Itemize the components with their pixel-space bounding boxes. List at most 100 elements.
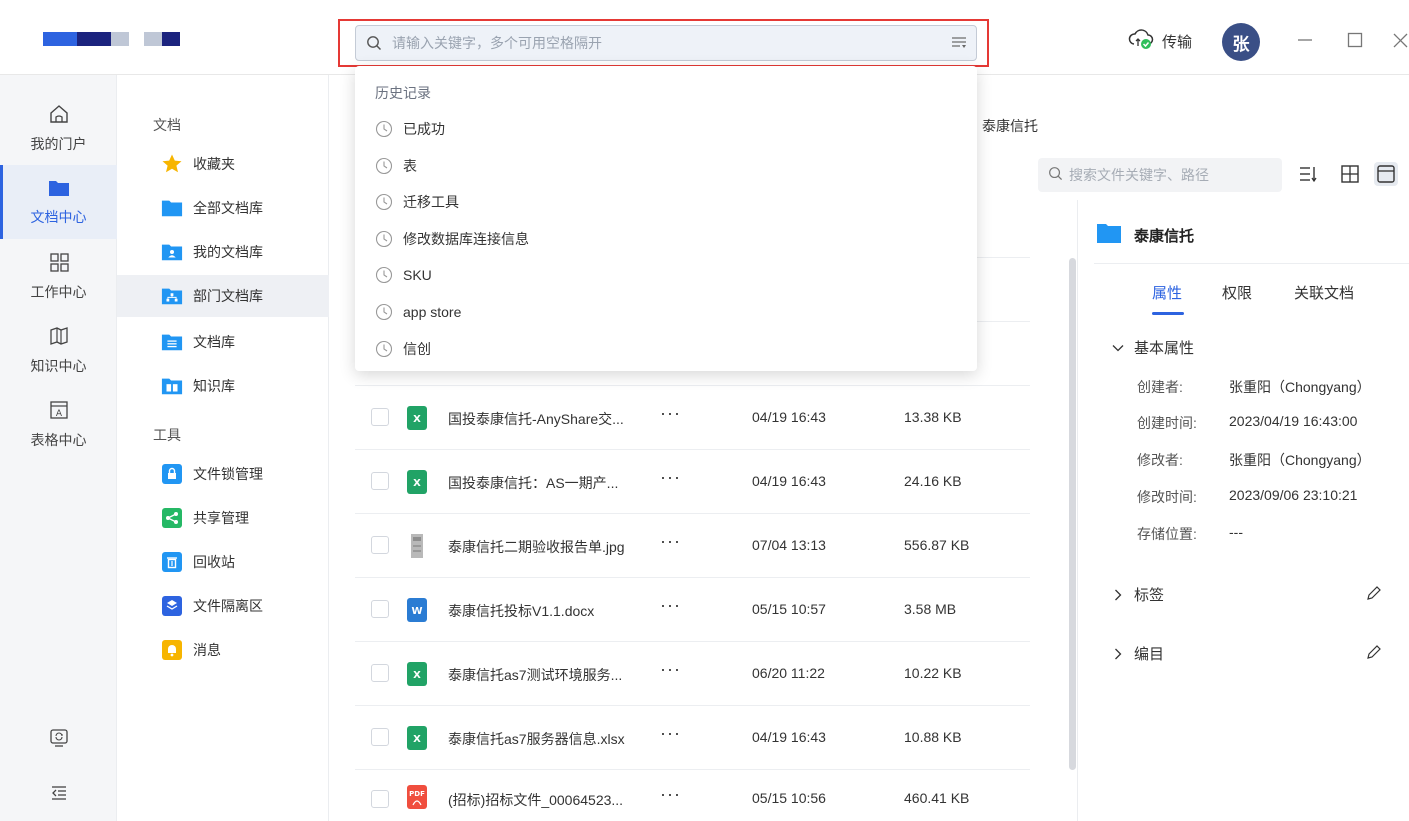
file-name[interactable]: (招标)招标文件_00064523...: [448, 790, 658, 810]
search-icon: [356, 35, 392, 51]
nav2-favorites[interactable]: 收藏夹: [117, 143, 329, 185]
detail-panel-toggle[interactable]: [1374, 162, 1398, 186]
minimize-button[interactable]: [1293, 28, 1317, 52]
history-item[interactable]: 信创: [375, 339, 431, 359]
table-row[interactable]: 泰康信托二期验收报告单.jpg ··· 07/04 13:13 556.87 K…: [355, 514, 1030, 578]
book-folder-icon: [161, 375, 183, 397]
more-actions-button[interactable]: ···: [660, 784, 681, 805]
sort-icon: [1300, 167, 1317, 183]
file-search-box[interactable]: [1038, 158, 1282, 192]
global-search-box[interactable]: [355, 25, 977, 61]
more-actions-button[interactable]: ···: [660, 467, 681, 488]
nav2-quarantine[interactable]: 文件隔离区: [117, 585, 329, 627]
file-size: 556.87 KB: [904, 537, 970, 553]
star-icon: [161, 153, 183, 175]
nav-knowledge-center[interactable]: 知识中心: [0, 313, 117, 387]
row-checkbox[interactable]: [371, 728, 389, 746]
client-sync-icon[interactable]: [48, 727, 70, 749]
more-actions-button[interactable]: ···: [660, 595, 681, 616]
more-actions-button[interactable]: ···: [660, 403, 681, 424]
svg-text:X: X: [413, 478, 421, 489]
user-folder-icon: [161, 241, 183, 263]
search-icon: [1048, 166, 1063, 184]
grid-view-button[interactable]: [1338, 162, 1362, 186]
nav2-knowledge-library[interactable]: 知识库: [117, 365, 329, 407]
section-tags[interactable]: 标签: [1112, 584, 1164, 605]
file-modified-time: 07/04 13:13: [752, 537, 826, 553]
file-name[interactable]: 泰康信托二期验收报告单.jpg: [448, 537, 658, 557]
row-checkbox[interactable]: [371, 472, 389, 490]
history-item[interactable]: 迁移工具: [375, 192, 459, 212]
file-name[interactable]: 泰康信托投标V1.1.docx: [448, 601, 658, 621]
nav2-doc-library[interactable]: 文档库: [117, 321, 329, 363]
clock-icon: [375, 193, 393, 211]
section-basic-properties[interactable]: 基本属性: [1112, 337, 1194, 358]
nav2-messages[interactable]: 消息: [117, 629, 329, 671]
folder-icon: [1096, 222, 1122, 248]
file-list-scrollbar[interactable]: [1069, 258, 1076, 770]
table-row[interactable]: W 泰康信托投标V1.1.docx ··· 05/15 10:57 3.58 M…: [355, 578, 1030, 642]
row-checkbox[interactable]: [371, 790, 389, 808]
nav2-share-management[interactable]: 共享管理: [117, 497, 329, 539]
table-row[interactable]: PDF (招标)招标文件_00064523... ··· 05/15 10:56…: [355, 770, 1030, 821]
row-checkbox[interactable]: [371, 600, 389, 618]
history-item[interactable]: 修改数据库连接信息: [375, 229, 529, 249]
history-item[interactable]: 表: [375, 156, 417, 176]
file-modified-time: 04/19 16:43: [752, 473, 826, 489]
file-name[interactable]: 泰康信托as7测试环境服务...: [448, 665, 658, 685]
search-filter-icon[interactable]: [942, 36, 976, 50]
nav2-department-library[interactable]: 部门文档库: [117, 275, 329, 317]
collapse-menu-icon[interactable]: [48, 782, 70, 804]
clock-icon: [375, 303, 393, 321]
folder-icon: [48, 178, 70, 201]
breadcrumb-current[interactable]: 泰康信托: [982, 116, 1038, 136]
table-row[interactable]: X 泰康信托as7服务器信息.xlsx ··· 04/19 16:43 10.8…: [355, 706, 1030, 770]
row-checkbox[interactable]: [371, 536, 389, 554]
user-avatar[interactable]: 张: [1222, 23, 1260, 61]
tab-properties[interactable]: 属性: [1152, 282, 1182, 303]
section-catalog[interactable]: 编目: [1112, 643, 1164, 664]
nav-doc-center[interactable]: 文档中心: [0, 165, 117, 239]
history-item[interactable]: SKU: [375, 266, 432, 284]
nav-table-center[interactable]: A 表格中心: [0, 387, 117, 461]
row-checkbox[interactable]: [371, 408, 389, 426]
table-row[interactable]: X 泰康信托as7测试环境服务... ··· 06/20 11:22 10.22…: [355, 642, 1030, 706]
file-name[interactable]: 泰康信托as7服务器信息.xlsx: [448, 729, 658, 749]
nav2-my-library[interactable]: 我的文档库: [117, 231, 329, 273]
history-item[interactable]: 已成功: [375, 119, 445, 139]
close-button[interactable]: [1388, 28, 1409, 52]
maximize-icon: [1347, 32, 1363, 48]
edit-catalog-icon[interactable]: [1365, 643, 1383, 661]
app-logo-secondary: [144, 32, 180, 46]
more-actions-button[interactable]: ···: [660, 659, 681, 680]
grid-view-icon: [1341, 165, 1359, 183]
maximize-button[interactable]: [1343, 28, 1367, 52]
prop-label: 修改时间:: [1137, 489, 1197, 505]
nav2-file-lock[interactable]: 文件锁管理: [117, 453, 329, 495]
tab-related-docs[interactable]: 关联文档: [1294, 282, 1354, 303]
nav2-recycle-bin[interactable]: 回收站: [117, 541, 329, 583]
org-folder-icon: [161, 285, 183, 307]
cloud-sync-icon: [1128, 28, 1154, 54]
edit-tags-icon[interactable]: [1365, 584, 1383, 602]
row-checkbox[interactable]: [371, 664, 389, 682]
more-actions-button[interactable]: ···: [660, 723, 681, 744]
sort-button[interactable]: [1296, 162, 1320, 186]
global-search-input[interactable]: [392, 35, 942, 51]
nav-my-portal[interactable]: 我的门户: [0, 91, 117, 165]
svg-text:X: X: [413, 670, 421, 681]
excel-file-icon: X: [405, 405, 429, 431]
file-search-input[interactable]: [1069, 167, 1269, 183]
file-name[interactable]: 国投泰康信托-AnyShare交...: [448, 409, 658, 429]
transfer-button[interactable]: 传输: [1128, 28, 1192, 54]
detail-divider: [1094, 263, 1409, 264]
nav-work-center[interactable]: 工作中心: [0, 239, 117, 313]
nav2-all-libraries[interactable]: 全部文档库: [117, 187, 329, 229]
tab-permissions[interactable]: 权限: [1222, 282, 1252, 303]
history-item[interactable]: app store: [375, 303, 461, 321]
trash-icon: [161, 551, 183, 573]
more-actions-button[interactable]: ···: [660, 531, 681, 552]
table-row[interactable]: X 国投泰康信托-AnyShare交... ··· 04/19 16:43 13…: [355, 386, 1030, 450]
file-name[interactable]: 国投泰康信托：AS一期产...: [448, 473, 658, 493]
table-row[interactable]: X 国投泰康信托：AS一期产... ··· 04/19 16:43 24.16 …: [355, 450, 1030, 514]
